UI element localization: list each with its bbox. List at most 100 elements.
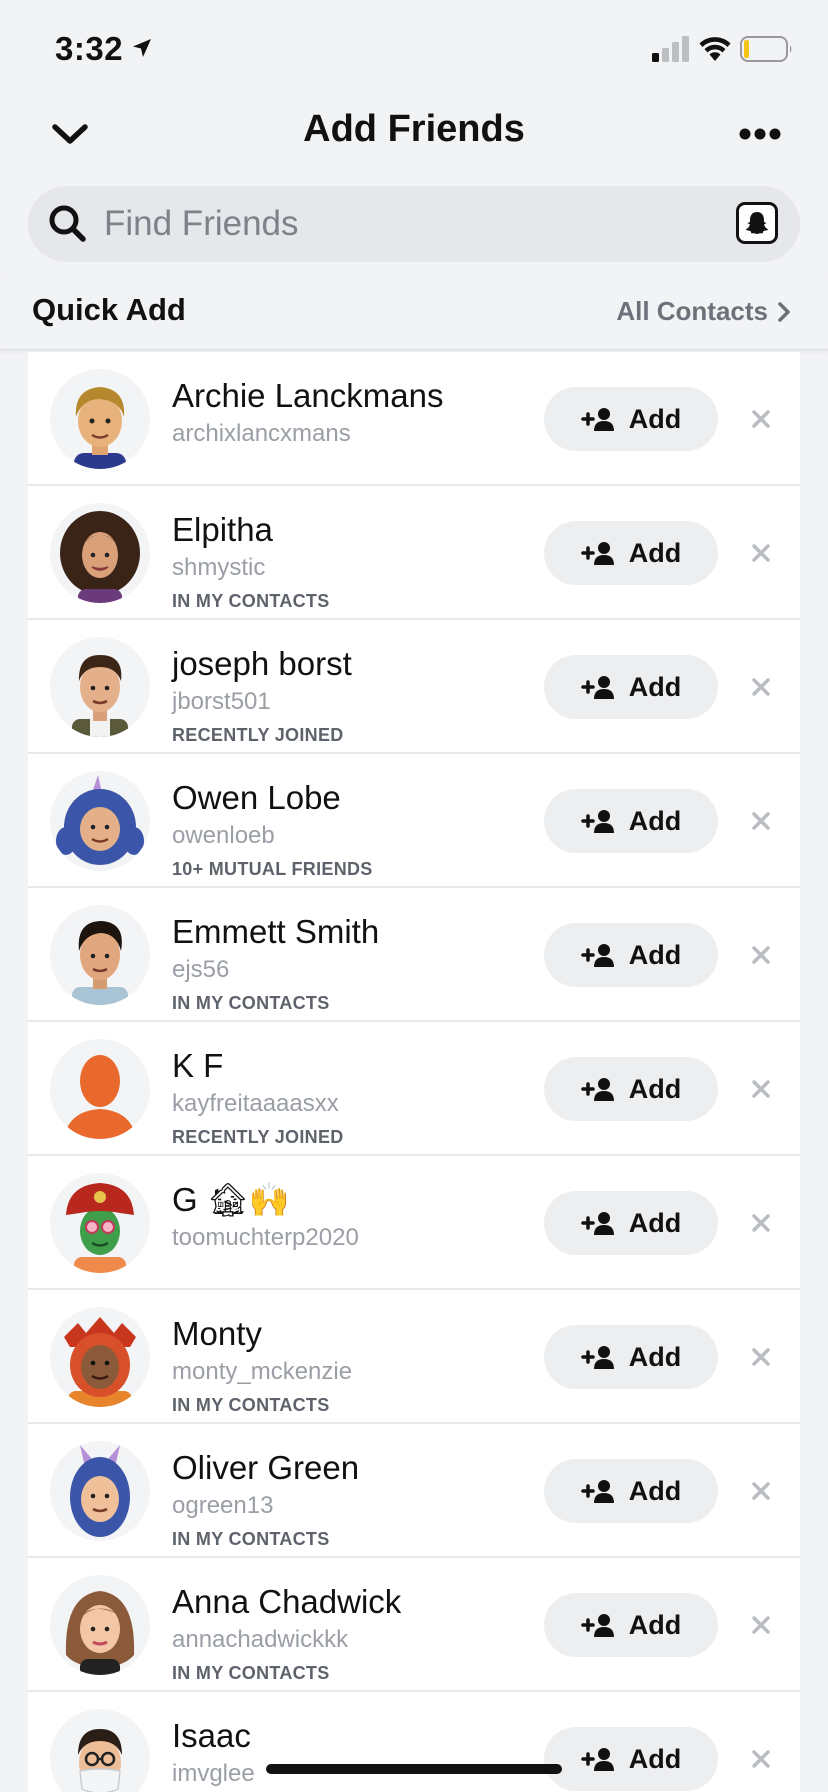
dragon-hood-bitmoji-avatar[interactable]	[50, 1307, 150, 1407]
add-label: Add	[628, 1609, 682, 1640]
header: Add Friends	[0, 100, 828, 190]
add-person-icon	[581, 1614, 614, 1637]
unicorn-hood-bitmoji-avatar[interactable]	[50, 771, 150, 871]
home-indicator[interactable]	[266, 1764, 562, 1774]
friend-username: archixlancxmans	[172, 420, 351, 447]
friend-name: Elpitha	[172, 511, 273, 548]
close-icon	[752, 1616, 770, 1634]
blonde-male-bitmoji-avatar[interactable]	[50, 369, 150, 469]
add-friend-button[interactable]: Add	[544, 1727, 718, 1791]
add-label: Add	[628, 1073, 682, 1104]
dismiss-button[interactable]	[746, 1476, 776, 1506]
friend-info: Elpitha shmystic IN MY CONTACTS	[172, 510, 532, 614]
status-bar: 3:32	[0, 0, 828, 100]
add-label: Add	[628, 403, 682, 434]
add-friend-button[interactable]: Add	[544, 1191, 718, 1255]
friend-info: K F kayfreitaaaasxx RECENTLY JOINED	[172, 1046, 532, 1150]
ghost-icon	[745, 212, 769, 234]
dismiss-button[interactable]	[746, 1342, 776, 1372]
friend-info: Emmett Smith ejs56 IN MY CONTACTS	[172, 912, 532, 1016]
close-icon	[752, 1482, 770, 1500]
friend-username: monty_mckenzie	[172, 1358, 353, 1385]
add-friend-button[interactable]: Add	[544, 1325, 718, 1389]
unicorn-hood-bitmoji-avatar[interactable]	[50, 1441, 150, 1541]
all-contacts-label: All Contacts	[616, 296, 768, 326]
quick-add-row: Archie Lanckmans archixlancxmans Add	[28, 352, 800, 486]
dismiss-button[interactable]	[746, 1208, 776, 1238]
friend-username: kayfreitaaaasxx	[172, 1090, 339, 1117]
green-face-fire-helmet-bitmoji-avatar[interactable]	[50, 1173, 150, 1273]
dismiss-button[interactable]	[746, 1074, 776, 1104]
add-label: Add	[628, 1743, 682, 1774]
friend-name: Emmett Smith	[172, 913, 380, 950]
dismiss-button[interactable]	[746, 538, 776, 568]
curly-hair-female-bitmoji-avatar[interactable]	[50, 503, 150, 603]
friend-reason: IN MY CONTACTS	[172, 1663, 330, 1683]
add-friend-button[interactable]: Add	[544, 1057, 718, 1121]
close-icon	[752, 1348, 770, 1366]
snapcode-scan-button[interactable]	[736, 202, 778, 244]
dismiss-button[interactable]	[746, 940, 776, 970]
wifi-icon	[699, 37, 731, 61]
quick-add-row: Oliver Green ogreen13 IN MY CONTACTS Add	[28, 1424, 800, 1558]
quick-add-section-header: Quick Add All Contacts	[0, 278, 828, 350]
dark-hair-male-bitmoji-avatar[interactable]	[50, 905, 150, 1005]
dismiss-button[interactable]	[746, 806, 776, 836]
quick-add-row: Isaac imvglee Add	[28, 1692, 800, 1792]
add-person-icon	[581, 408, 614, 431]
add-person-icon	[581, 1346, 614, 1369]
search-bar	[28, 186, 800, 262]
search-icon	[49, 205, 86, 242]
friend-reason: RECENTLY JOINED	[172, 1127, 344, 1147]
quick-add-list: Archie Lanckmans archixlancxmans Add Elp…	[28, 352, 800, 1792]
dismiss-button[interactable]	[746, 1610, 776, 1640]
friend-info: G 🏚🙌 toomuchterp2020	[172, 1180, 532, 1254]
add-friend-button[interactable]: Add	[544, 1593, 718, 1657]
more-options-button[interactable]	[732, 114, 788, 154]
quick-add-row: Owen Lobe owenloeb 10+ MUTUAL FRIENDS Ad…	[28, 754, 800, 888]
friend-username: toomuchterp2020	[172, 1224, 359, 1251]
add-person-icon	[581, 1748, 614, 1771]
friend-info: Anna Chadwick annachadwickkk IN MY CONTA…	[172, 1582, 532, 1686]
glasses-mask-male-bitmoji-avatar[interactable]	[50, 1709, 150, 1792]
section-title: Quick Add	[32, 292, 186, 327]
add-person-icon	[581, 944, 614, 967]
friend-reason: 10+ MUTUAL FRIENDS	[172, 859, 373, 879]
close-icon	[752, 678, 770, 696]
battery-icon	[740, 36, 792, 62]
dismiss-button[interactable]	[746, 404, 776, 434]
friend-info: Monty monty_mckenzie IN MY CONTACTS	[172, 1314, 532, 1418]
add-friend-button[interactable]: Add	[544, 387, 718, 451]
quick-add-row: G 🏚🙌 toomuchterp2020 Add	[28, 1156, 800, 1290]
friend-reason: RECENTLY JOINED	[172, 725, 344, 745]
add-friend-button[interactable]: Add	[544, 789, 718, 853]
add-label: Add	[628, 671, 682, 702]
friend-name: joseph borst	[172, 645, 352, 682]
add-friend-button[interactable]: Add	[544, 1459, 718, 1523]
status-time: 3:32	[55, 30, 124, 67]
dismiss-button[interactable]	[746, 1744, 776, 1774]
add-friend-button[interactable]: Add	[544, 655, 718, 719]
friend-reason: IN MY CONTACTS	[172, 993, 330, 1013]
close-icon	[752, 410, 770, 428]
friend-username: jborst501	[172, 688, 271, 715]
add-friend-button[interactable]: Add	[544, 923, 718, 987]
search-input[interactable]	[104, 186, 704, 262]
friend-info: Archie Lanckmans archixlancxmans	[172, 376, 532, 450]
brown-hair-male-bitmoji-avatar[interactable]	[50, 637, 150, 737]
friend-reason: IN MY CONTACTS	[172, 591, 330, 611]
add-person-icon	[581, 1480, 614, 1503]
quick-add-row: Monty monty_mckenzie IN MY CONTACTS Add	[28, 1290, 800, 1424]
default-silhouette-avatar[interactable]	[50, 1039, 150, 1139]
quick-add-row: Elpitha shmystic IN MY CONTACTS Add	[28, 486, 800, 620]
add-friend-button[interactable]: Add	[544, 521, 718, 585]
friend-name: Monty	[172, 1315, 262, 1352]
friend-name: G 🏚🙌	[172, 1181, 290, 1218]
close-icon	[752, 1214, 770, 1232]
close-icon	[752, 946, 770, 964]
long-hair-female-bitmoji-avatar[interactable]	[50, 1575, 150, 1675]
add-label: Add	[628, 939, 682, 970]
all-contacts-link[interactable]: All Contacts	[616, 296, 790, 327]
dismiss-button[interactable]	[746, 672, 776, 702]
friend-name: Archie Lanckmans	[172, 377, 444, 414]
